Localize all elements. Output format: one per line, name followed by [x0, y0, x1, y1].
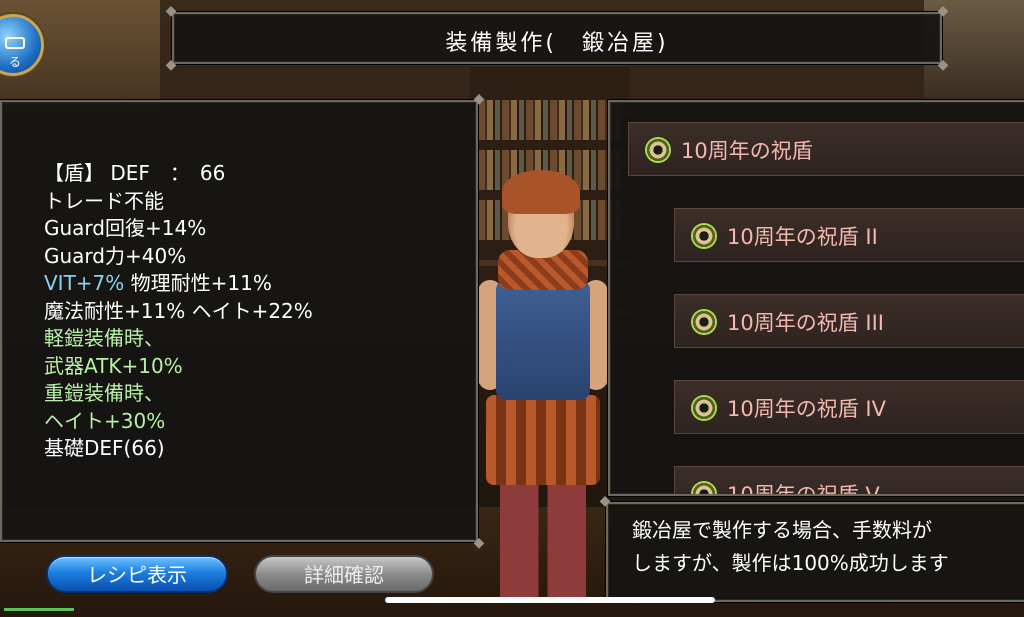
shield-icon [691, 309, 717, 335]
equipment-stats-panel: ◆ ◆ 【盾】 DEF ： 66 トレード不能 Guard回復+14% Guar… [0, 91, 484, 551]
book-row [478, 100, 622, 140]
character-model [478, 170, 608, 600]
stats-list: 【盾】 DEF ： 66 トレード不能 Guard回復+14% Guard力+4… [44, 160, 313, 463]
shield-icon [691, 223, 717, 249]
stat-line: トレード不能 [44, 188, 164, 213]
character-hair [502, 170, 580, 214]
recipe-list-panel: 10周年の祝盾 ✕ 10周年の祝盾 II 10周年の祝盾 III 10周年の祝盾… [608, 100, 1024, 496]
stat-line: ヘイト+30% [44, 408, 166, 433]
recipe-item-label: 10周年の祝盾 [681, 139, 813, 163]
message-line: しますが、製作は100%成功します [632, 551, 949, 575]
character-legs [500, 480, 586, 600]
recipe-item[interactable]: 10周年の祝盾 V [674, 466, 1024, 496]
recipe-item-selected[interactable]: 10周年の祝盾 ✕ [628, 122, 1024, 176]
stat-line: 魔法耐性+11% ヘイト+22% [44, 298, 313, 323]
page-title: 装備製作( 鍛冶屋) [445, 31, 669, 56]
home-indicator[interactable] [385, 597, 715, 603]
character-skirt [486, 395, 600, 485]
stat-line: 軽鎧装備時、 [44, 326, 164, 350]
recipe-display-button[interactable]: レシピ表示 [46, 555, 228, 593]
status-indicator-line [4, 608, 74, 611]
detail-check-button[interactable]: 詳細確認 [254, 555, 434, 593]
recipe-item-label: 10周年の祝盾 II [727, 225, 878, 249]
shield-icon [645, 137, 671, 163]
recipe-item[interactable]: 10周年の祝盾 IV [674, 380, 1024, 434]
title-bar: ◆ ◆ ◆ ◆ 装備製作( 鍛冶屋) [166, 3, 949, 73]
ornament-corner-icon: ◆ [599, 493, 611, 509]
ornament-corner-icon: ◆ [473, 535, 485, 551]
recipe-item-label: 10周年の祝盾 IV [727, 397, 886, 421]
character-torso [496, 280, 590, 400]
stat-line: 【盾】 DEF ： 66 [44, 161, 226, 185]
stat-line: 重鎧装備時、 [44, 381, 164, 405]
message-text: 鍛冶屋で製作する場合、手数料が しますが、製作は100%成功します [632, 514, 949, 580]
stat-line: VIT+7% 物理耐性+11% [44, 270, 313, 298]
close-icon[interactable]: ✕ [1020, 129, 1024, 165]
message-box: ◆ 鍛冶屋で製作する場合、手数料が しますが、製作は100%成功します [600, 493, 1024, 602]
ornament-corner-icon: ◆ [165, 57, 177, 73]
window-icon [5, 37, 25, 49]
recipe-item[interactable]: 10周年の祝盾 III [674, 294, 1024, 348]
stat-vit: VIT+7% [44, 271, 125, 295]
recipe-item[interactable]: 10周年の祝盾 II [674, 208, 1024, 262]
stat-line: Guard回復+14% [44, 216, 207, 240]
stat-line: Guard力+40% [44, 243, 187, 268]
recipe-item-label: 10周年の祝盾 V [727, 483, 880, 496]
ornament-corner-icon: ◆ [937, 3, 949, 19]
ornament-corner-icon: ◆ [165, 3, 177, 19]
shield-icon [691, 395, 717, 421]
stat-line: 武器ATK+10% [44, 353, 183, 378]
stat-line: 基礎DEF(66) [44, 436, 165, 460]
message-line: 鍛冶屋で製作する場合、手数料が [632, 518, 932, 542]
ornament-corner-icon: ◆ [473, 91, 485, 107]
menu-round-button-label: る [9, 55, 22, 69]
ornament-corner-icon: ◆ [937, 57, 949, 73]
recipe-item-label: 10周年の祝盾 III [727, 311, 884, 335]
shield-icon [691, 481, 717, 494]
stat-physical-resist: 物理耐性+11% [124, 271, 272, 295]
